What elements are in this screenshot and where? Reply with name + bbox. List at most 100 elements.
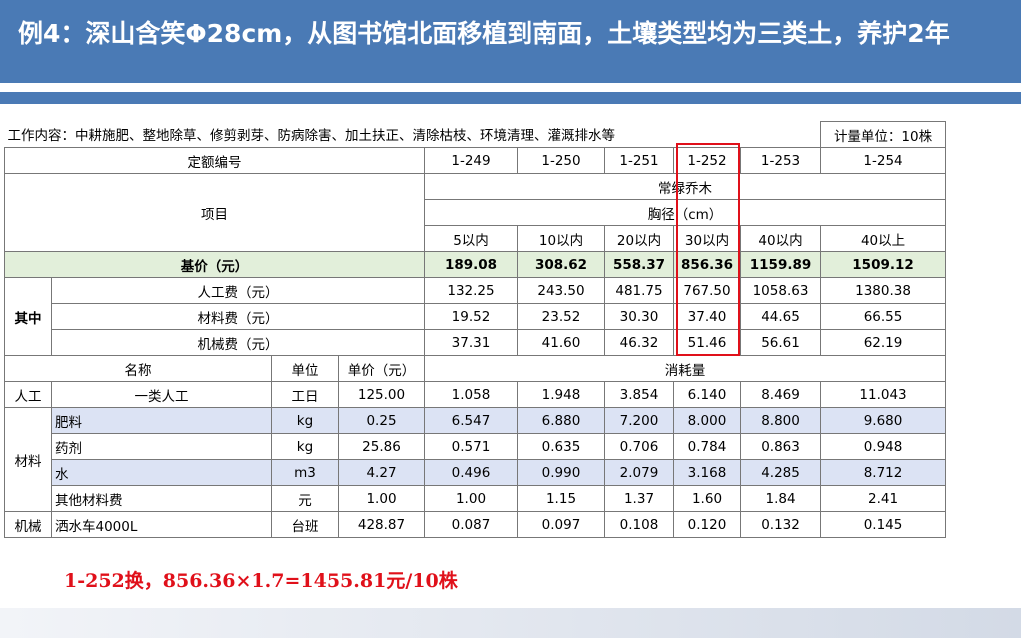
- value-cell: 6.140: [673, 381, 741, 408]
- value-cell: 0.145: [820, 511, 947, 538]
- material-cost-row: 材料费（元） 19.52 23.52 30.30 37.40 44.65 66.…: [5, 303, 947, 330]
- slide-title: 例4：深山含笑Φ28cm，从图书馆北面移植到南面，土壤类型均为三类土，养护2年: [18, 19, 950, 48]
- water-row: 水 m3 4.27 0.496 0.990 2.079 3.168 4.285 …: [5, 459, 947, 486]
- code-label: 定额编号: [4, 147, 425, 174]
- range-cell: 5以内: [424, 225, 518, 252]
- accent-bar: [0, 92, 1021, 104]
- item-label: 项目: [4, 173, 425, 252]
- resource-unit: 元: [271, 485, 339, 512]
- value-cell: 37.40: [673, 303, 741, 330]
- value-cell: 7.200: [604, 407, 674, 434]
- range-cell: 30以内: [673, 225, 741, 252]
- code-cell: 1-249: [424, 147, 518, 174]
- category-row: 项目 常绿乔木: [4, 173, 947, 252]
- price-header: 单价（元）: [338, 355, 425, 382]
- title-bar: 例4：深山含笑Φ28cm，从图书馆北面移植到南面，土壤类型均为三类土，养护2年: [0, 0, 1021, 83]
- value-cell: 1.37: [604, 485, 674, 512]
- value-cell: 308.62: [517, 251, 605, 278]
- range-cell: 40以内: [739, 225, 822, 252]
- material-cost-label: 材料费（元）: [51, 303, 425, 330]
- base-price-row: 基价（元） 189.08 308.62 558.37 856.36 1159.8…: [4, 251, 947, 278]
- value-cell: 37.31: [424, 329, 518, 356]
- resource-price: 4.27: [338, 459, 425, 486]
- range-cell: 40以上: [820, 225, 947, 252]
- value-cell: 23.52: [517, 303, 605, 330]
- measure-unit: 计量单位：10株: [820, 121, 947, 148]
- machine-cost-label: 机械费（元）: [51, 329, 425, 356]
- bottom-bar: [0, 608, 1021, 638]
- value-cell: 0.990: [517, 459, 605, 486]
- labor-group-label: 人工: [4, 381, 52, 408]
- value-cell: 1.60: [673, 485, 741, 512]
- quota-table: 工作内容：中耕施肥、整地除草、修剪剥芽、防病除害、加土扶正、清除枯枝、环境清理、…: [4, 121, 947, 538]
- resource-name: 药剂: [51, 433, 272, 460]
- value-cell: 4.285: [739, 459, 822, 486]
- value-cell: 41.60: [517, 329, 605, 356]
- value-cell: 1.00: [424, 485, 518, 512]
- fertilizer-row: 材料 肥料 kg 0.25 6.547 6.880 7.200 8.000 8.…: [4, 407, 947, 512]
- value-cell: 1058.63: [739, 277, 822, 304]
- resource-unit: m3: [271, 459, 339, 486]
- value-cell: 558.37: [604, 251, 674, 278]
- material-group-label: 材料: [4, 407, 52, 512]
- range-cell: 10以内: [517, 225, 605, 252]
- value-cell: 0.571: [424, 433, 518, 460]
- value-cell: 0.120: [673, 511, 741, 538]
- category-label: 常绿乔木: [423, 173, 947, 200]
- of-which-label: 其中: [4, 277, 52, 356]
- resource-name: 其他材料费: [51, 485, 272, 512]
- name-header: 名称: [4, 355, 272, 382]
- other-material-row: 其他材料费 元 1.00 1.00 1.15 1.37 1.60 1.84 2.…: [5, 485, 947, 512]
- resource-name: 一类人工: [51, 381, 272, 408]
- value-cell: 2.079: [604, 459, 674, 486]
- value-cell: 856.36: [673, 251, 741, 278]
- resource-header-row: 名称 单位 单价（元） 消耗量: [4, 355, 947, 382]
- value-cell: 1.058: [424, 381, 518, 408]
- value-cell: 0.097: [517, 511, 605, 538]
- machine-group-label: 机械: [4, 511, 52, 538]
- value-cell: 1509.12: [820, 251, 947, 278]
- resource-name: 洒水车4000L: [51, 511, 272, 538]
- resource-price: 125.00: [338, 381, 425, 408]
- value-cell: 62.19: [820, 329, 947, 356]
- value-cell: 8.000: [673, 407, 741, 434]
- value-cell: 0.863: [739, 433, 822, 460]
- range-cell: 20以内: [604, 225, 674, 252]
- machine-cost-row: 机械费（元） 37.31 41.60 46.32 51.46 56.61 62.…: [5, 329, 947, 356]
- resource-price: 428.87: [338, 511, 425, 538]
- resource-unit: 台班: [271, 511, 339, 538]
- value-cell: 1.948: [517, 381, 605, 408]
- value-cell: 132.25: [424, 277, 518, 304]
- value-cell: 0.948: [820, 433, 947, 460]
- pesticide-row: 药剂 kg 25.86 0.571 0.635 0.706 0.784 0.86…: [5, 433, 947, 460]
- value-cell: 6.880: [517, 407, 605, 434]
- value-cell: 0.635: [517, 433, 605, 460]
- value-cell: 1380.38: [820, 277, 947, 304]
- value-cell: 56.61: [739, 329, 822, 356]
- resource-unit: kg: [271, 433, 339, 460]
- diameter-label: 胸径（cm）: [423, 199, 947, 226]
- resource-price: 1.00: [338, 485, 425, 512]
- value-cell: 767.50: [673, 277, 741, 304]
- resource-name: 肥料: [51, 407, 272, 434]
- resource-price: 25.86: [338, 433, 425, 460]
- unit-header: 单位: [271, 355, 339, 382]
- code-cell: 1-252: [673, 147, 741, 174]
- value-cell: 1159.89: [739, 251, 822, 278]
- resource-price: 0.25: [338, 407, 425, 434]
- value-cell: 9.680: [820, 407, 947, 434]
- value-cell: 51.46: [673, 329, 741, 356]
- value-cell: 8.712: [820, 459, 947, 486]
- value-cell: 44.65: [739, 303, 822, 330]
- value-cell: 0.496: [424, 459, 518, 486]
- value-cell: 481.75: [604, 277, 674, 304]
- work-content-row: 工作内容：中耕施肥、整地除草、修剪剥芽、防病除害、加土扶正、清除枯枝、环境清理、…: [4, 121, 947, 148]
- value-cell: 19.52: [424, 303, 518, 330]
- value-cell: 1.15: [517, 485, 605, 512]
- value-cell: 6.547: [424, 407, 518, 434]
- resource-unit: kg: [271, 407, 339, 434]
- value-cell: 0.087: [424, 511, 518, 538]
- value-cell: 3.854: [604, 381, 674, 408]
- value-cell: 0.706: [604, 433, 674, 460]
- code-row: 定额编号 1-249 1-250 1-251 1-252 1-253 1-254: [4, 147, 947, 174]
